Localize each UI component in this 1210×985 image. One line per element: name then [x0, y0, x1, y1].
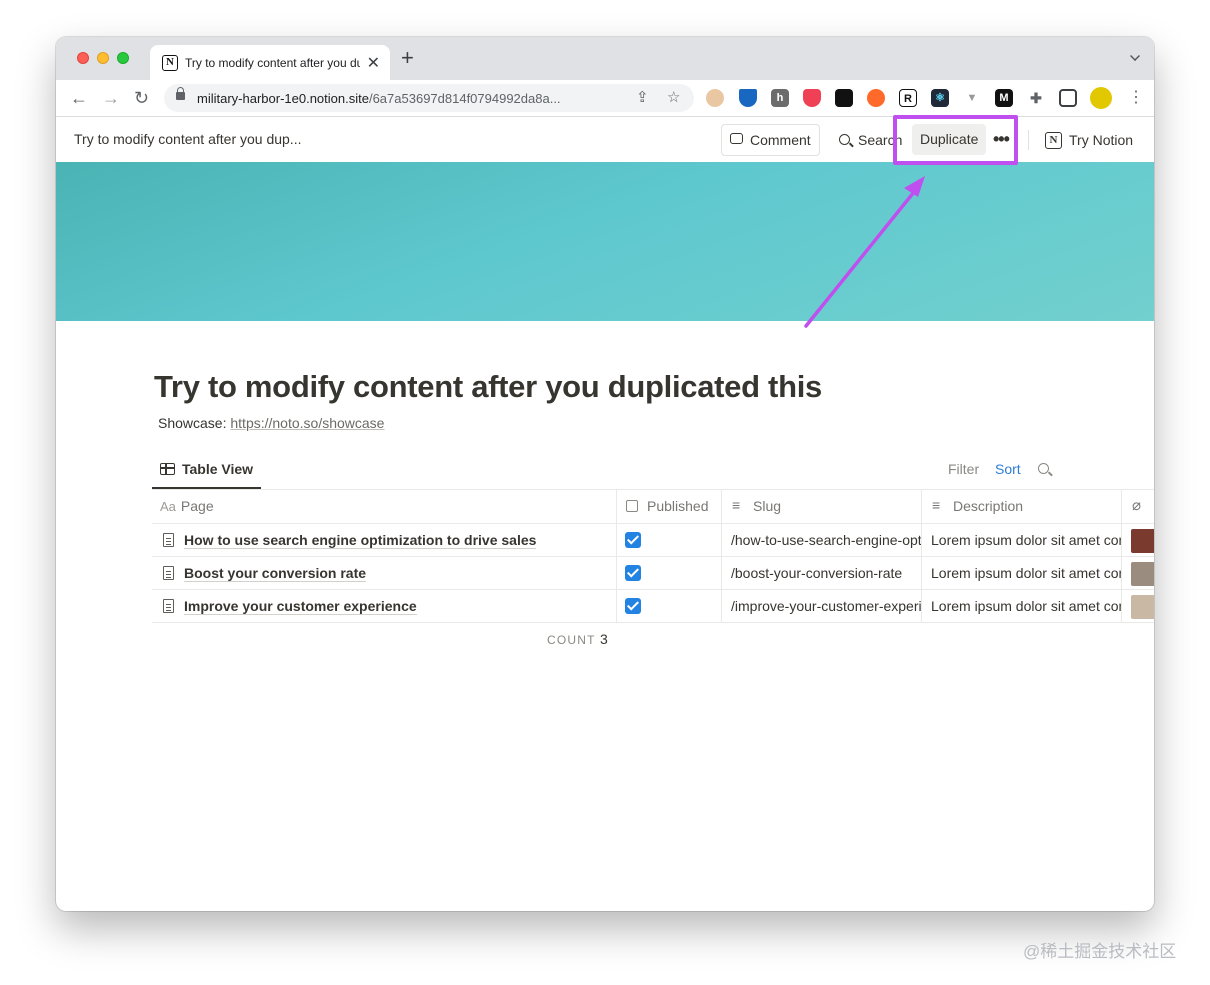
page-title: Try to modify content after you duplicat…: [154, 369, 822, 404]
minimize-window-button[interactable]: [97, 52, 109, 64]
watermark-text: @稀土掘金技术社区: [1023, 942, 1177, 961]
column-header-label: Slug: [753, 498, 782, 514]
browser-toolbar: ← → ↻ military-harbor-1e0.notion.site/6a…: [56, 80, 1154, 117]
maximize-window-button[interactable]: [117, 52, 129, 64]
column-divider: [1121, 489, 1122, 623]
browser-tab[interactable]: N Try to modify content after you duplic…: [150, 45, 390, 80]
row-description[interactable]: Lorem ipsum dolor sit amet consectetur: [931, 590, 1121, 623]
showcase-line: Showcase: https://noto.so/showcase: [158, 415, 384, 431]
tab-title: Try to modify content after you duplicat…: [185, 56, 360, 70]
column-divider: [721, 489, 722, 623]
row-description[interactable]: Lorem ipsum dolor sit amet consectetur: [931, 524, 1121, 557]
vue-icon[interactable]: ▼: [963, 89, 981, 107]
row-slug[interactable]: /how-to-use-search-engine-optimization-t…: [731, 524, 921, 557]
sort-button[interactable]: Sort: [995, 461, 1021, 477]
checkbox-property-icon: [626, 500, 638, 512]
page-icon: [163, 599, 174, 613]
table-icon: [160, 463, 175, 475]
text-lines-icon: ≡: [932, 497, 941, 513]
row-slug[interactable]: /improve-your-customer-experience: [731, 590, 921, 623]
try-notion-label: Try Notion: [1069, 132, 1134, 148]
published-checkbox[interactable]: [625, 598, 641, 614]
new-tab-icon[interactable]: +: [401, 47, 414, 69]
tab-strip: N Try to modify content after you duplic…: [56, 37, 1154, 80]
row-page-title[interactable]: Improve your customer experience: [184, 590, 609, 623]
table-count: COUNT 3: [547, 631, 608, 647]
published-checkbox[interactable]: [625, 532, 641, 548]
url-text[interactable]: military-harbor-1e0.notion.site/6a7a5369…: [197, 91, 561, 106]
film-icon[interactable]: [835, 89, 853, 107]
row-description[interactable]: Lorem ipsum dolor sit amet consectetur: [931, 557, 1121, 590]
sidepanel-icon[interactable]: [1059, 89, 1077, 107]
avatar-icon[interactable]: [1090, 87, 1112, 109]
bookmark-star-icon[interactable]: ☆: [667, 88, 680, 106]
count-label: COUNT: [547, 633, 596, 647]
column-divider: [921, 489, 922, 623]
close-window-button[interactable]: [77, 52, 89, 64]
comment-button[interactable]: Comment: [721, 124, 820, 156]
tab-close-icon[interactable]: ✕: [367, 53, 380, 73]
text-lines-icon: ≡: [732, 497, 741, 513]
hc-icon[interactable]: h: [771, 89, 789, 107]
filter-button[interactable]: Filter: [948, 461, 979, 477]
browser-window: N Try to modify content after you duplic…: [56, 37, 1154, 911]
mask-icon[interactable]: [706, 89, 724, 107]
row-thumbnail-image[interactable]: [1131, 529, 1154, 553]
table-search-icon[interactable]: [1038, 463, 1049, 474]
showcase-label: Showcase:: [158, 415, 231, 431]
column-header-slug[interactable]: ≡ Slug: [732, 489, 781, 523]
react-icon[interactable]: ⚛: [931, 89, 949, 107]
comment-label: Comment: [750, 132, 811, 148]
puzzle-icon[interactable]: ✚: [1027, 89, 1045, 107]
tab-table-view[interactable]: Table View: [152, 456, 261, 489]
showcase-link[interactable]: https://noto.so/showcase: [230, 415, 384, 431]
column-header-description[interactable]: ≡ Description: [932, 489, 1023, 523]
column-header-published[interactable]: Published: [626, 489, 709, 523]
row-slug[interactable]: /boost-your-conversion-rate: [731, 557, 921, 590]
lock-icon[interactable]: [176, 87, 185, 100]
column-header-label: Published: [647, 498, 709, 514]
column-header-page[interactable]: Aa Page: [160, 489, 214, 523]
row-page-title[interactable]: Boost your conversion rate: [184, 557, 609, 590]
m-icon[interactable]: M: [995, 89, 1013, 107]
r-icon[interactable]: R: [899, 89, 917, 107]
back-arrow-icon[interactable]: ←: [70, 88, 88, 108]
published-checkbox[interactable]: [625, 565, 641, 581]
row-thumbnail-image[interactable]: [1131, 562, 1154, 586]
tab-search-chevron-icon[interactable]: [1130, 51, 1140, 61]
orange-icon[interactable]: [867, 89, 885, 107]
browser-menu-icon[interactable]: ⋮: [1128, 88, 1144, 108]
table-view-label: Table View: [182, 461, 254, 477]
forward-arrow-icon[interactable]: →: [102, 88, 120, 108]
address-bar[interactable]: military-harbor-1e0.notion.site/6a7a5369…: [164, 84, 694, 112]
pocket-icon[interactable]: [803, 89, 821, 107]
page-cover: [56, 162, 1154, 321]
search-icon: [839, 134, 850, 145]
count-value: 3: [600, 631, 608, 647]
share-icon[interactable]: ⇪: [636, 88, 649, 106]
attachment-icon[interactable]: ⌀: [1132, 489, 1141, 523]
try-notion-button[interactable]: N Try Notion: [1045, 124, 1133, 156]
column-header-label: Description: [953, 498, 1024, 514]
topbar-divider: [1028, 130, 1029, 150]
text-property-icon: Aa: [160, 499, 176, 514]
breadcrumb[interactable]: Try to modify content after you dup...: [74, 131, 301, 147]
notion-favicon-icon: N: [162, 55, 178, 71]
column-header-label: Page: [180, 498, 214, 514]
page-icon: [163, 533, 174, 547]
column-divider: [616, 489, 617, 623]
row-thumbnail-image[interactable]: [1131, 595, 1154, 619]
row-page-title[interactable]: How to use search engine optimization to…: [184, 524, 609, 557]
annotation-highlight-box: [893, 115, 1018, 165]
reload-icon[interactable]: ↻: [134, 88, 149, 108]
notion-logo-icon: N: [1045, 132, 1062, 149]
page-icon: [163, 566, 174, 580]
comment-icon: [730, 133, 743, 144]
vuetify-icon[interactable]: [739, 89, 757, 107]
